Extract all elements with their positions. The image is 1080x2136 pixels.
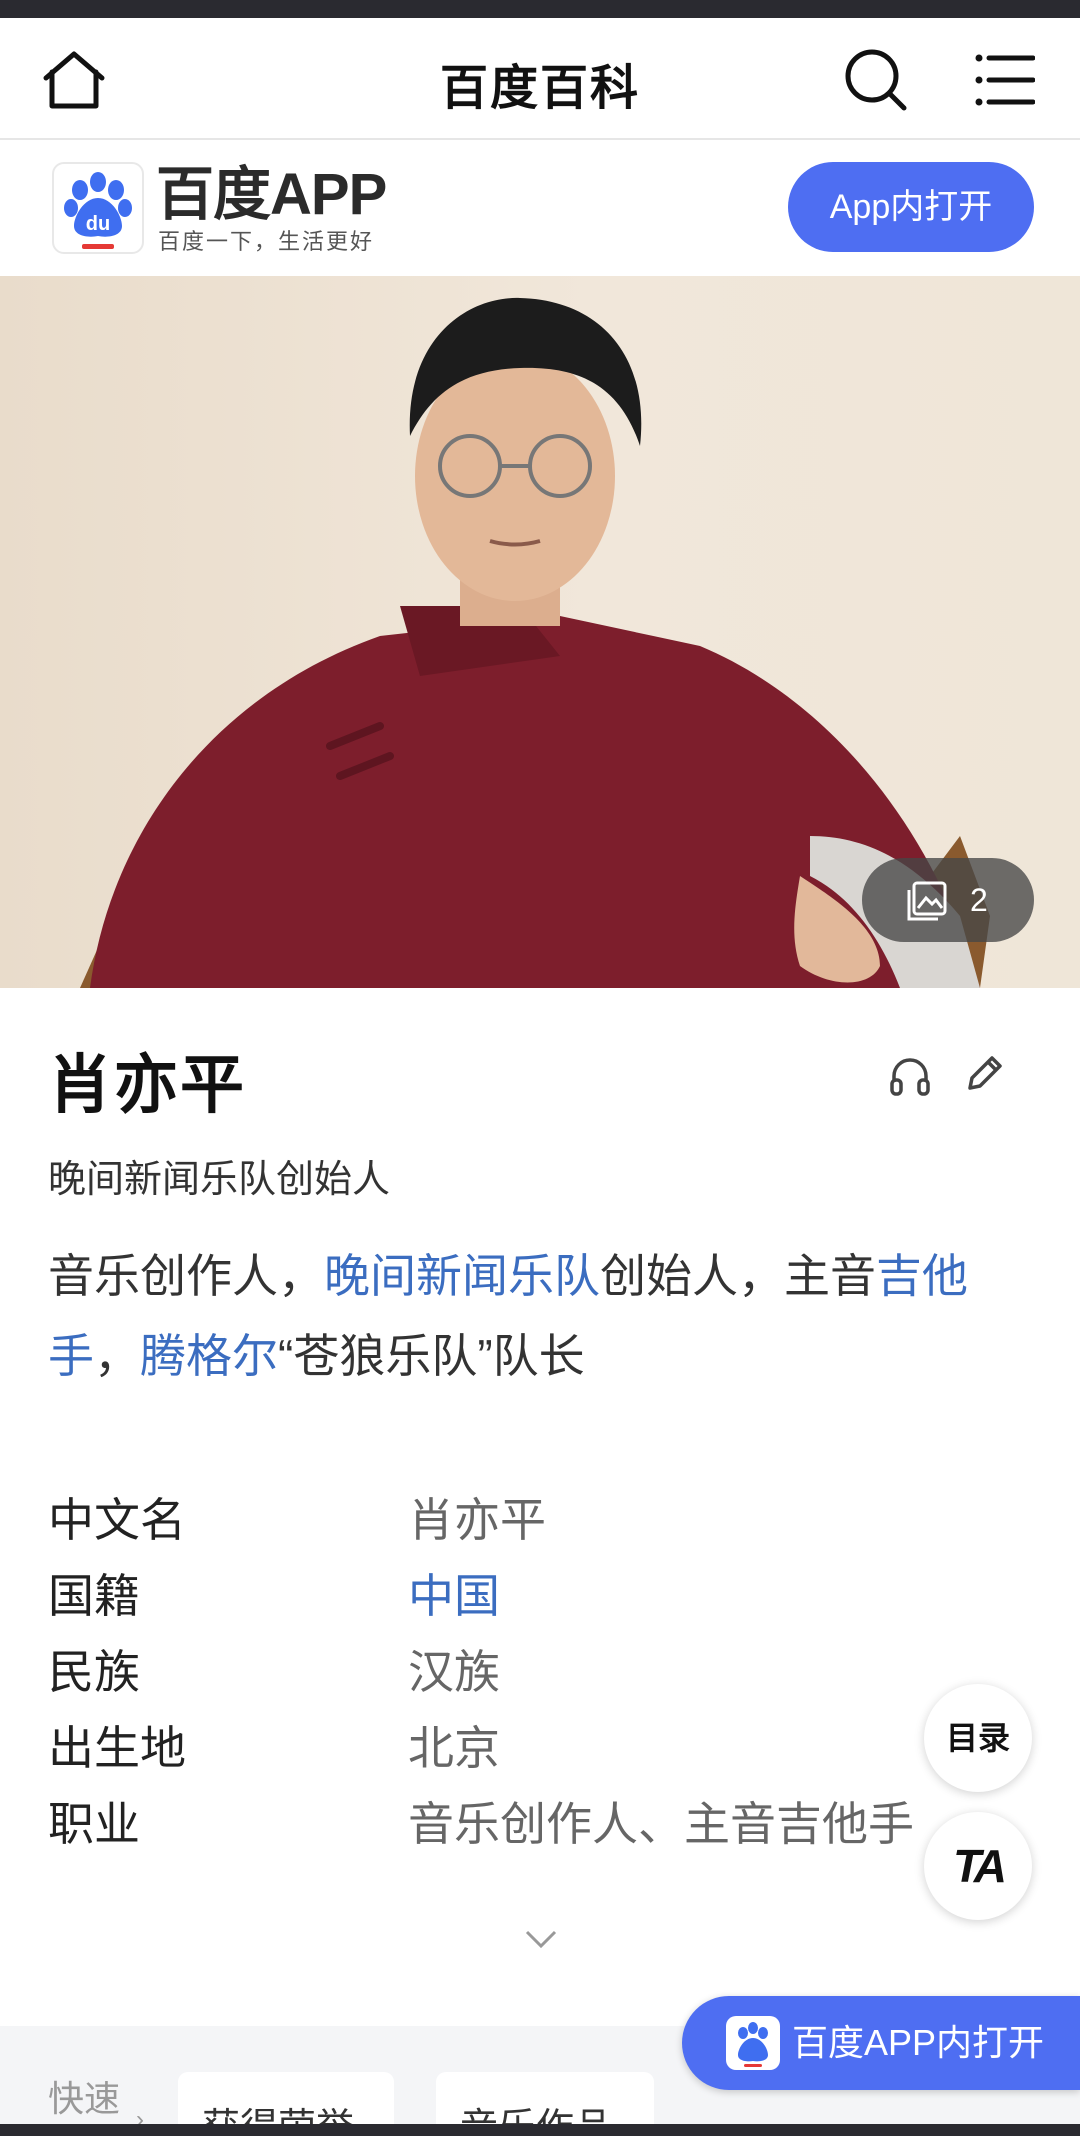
info-row: 出生地 北京: [48, 1708, 948, 1784]
search-icon[interactable]: [842, 46, 910, 114]
baidu-paw-icon: du: [64, 172, 132, 249]
app-slogan: 百度一下，生活更好: [158, 229, 375, 254]
info-key: 国籍: [48, 1570, 140, 1622]
info-row: 国籍 中国: [48, 1556, 948, 1632]
top-nav: 百度百科: [0, 18, 1080, 140]
info-value-link[interactable]: 中国: [408, 1560, 500, 1626]
open-in-app-button[interactable]: App内打开: [788, 162, 1034, 252]
info-value: 肖亦平: [408, 1494, 546, 1546]
headphones-icon[interactable]: [886, 1052, 934, 1100]
info-value: 汉族: [408, 1646, 500, 1698]
baidu-app-icon: [726, 2016, 780, 2070]
app-name: 百度APP: [156, 162, 387, 227]
info-row: 中文名 肖亦平: [48, 1480, 948, 1556]
menu-icon[interactable]: [975, 52, 1035, 108]
info-value: 音乐创作人、主音吉他手: [408, 1798, 914, 1850]
gallery-count-badge[interactable]: 2: [862, 858, 1034, 942]
summary-text: ，: [94, 1330, 140, 1382]
info-row: 民族 汉族: [48, 1632, 948, 1708]
entry-photo[interactable]: 2: [0, 276, 1080, 988]
bottom-strip: [0, 2124, 1080, 2136]
page-title: 百度百科: [439, 62, 640, 115]
info-value: 北京: [408, 1722, 500, 1774]
baidu-app-logo: du: [52, 162, 144, 254]
basic-info-table: 中文名 肖亦平 国籍 中国 民族 汉族 出生地 北京 职业 音乐创作人、主音吉他…: [48, 1480, 948, 1860]
info-key: 出生地: [48, 1722, 186, 1774]
ta-button[interactable]: TA: [924, 1812, 1032, 1920]
quick-nav-label: 快速: [48, 2078, 121, 2119]
expand-chevron-icon[interactable]: [524, 1928, 558, 1950]
gallery-icon: [907, 881, 947, 921]
open-in-baidu-app-float-button[interactable]: 百度APP内打开: [682, 1996, 1080, 2090]
info-key: 民族: [48, 1646, 140, 1698]
summary-link[interactable]: 晚间新闻乐队: [324, 1250, 600, 1302]
info-key: 中文名: [48, 1494, 186, 1546]
info-key: 职业: [48, 1798, 140, 1850]
info-row: 职业 音乐创作人、主音吉他手: [48, 1784, 948, 1860]
edit-icon[interactable]: [960, 1050, 1008, 1098]
gallery-count: 2: [970, 882, 988, 918]
summary-text: 创始人，主音: [600, 1250, 876, 1302]
toc-button[interactable]: 目录: [924, 1684, 1032, 1792]
entry-title: 肖亦平: [48, 1049, 246, 1121]
summary-text: 音乐创作人，: [48, 1250, 324, 1302]
summary-text: “苍狼乐队”队长: [278, 1330, 585, 1382]
entry-subtitle: 晚间新闻乐队创始人: [48, 1159, 391, 1201]
svg-text:du: du: [86, 213, 110, 235]
summary-link[interactable]: 腾格尔: [140, 1330, 278, 1382]
status-strip: [0, 0, 1080, 18]
app-banner: du 百度APP 百度一下，生活更好 App内打开: [0, 140, 1080, 276]
entry-summary: 音乐创作人，晚间新闻乐队创始人，主音吉他手，腾格尔“苍狼乐队”队长: [48, 1236, 1048, 1396]
open-in-baidu-app-label: 百度APP内打开: [792, 2022, 1045, 2063]
